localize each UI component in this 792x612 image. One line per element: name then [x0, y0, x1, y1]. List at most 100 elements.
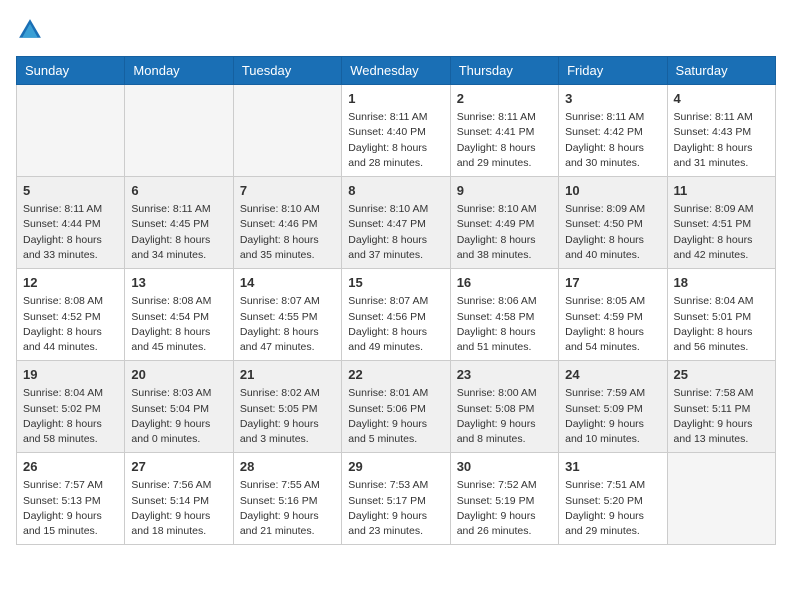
day-number: 14: [240, 274, 335, 292]
day-number: 23: [457, 366, 552, 384]
calendar-week-row: 26 Sunrise: 7:57 AM Sunset: 5:13 PM Dayli…: [17, 453, 776, 545]
day-info: Sunrise: 8:11 AM Sunset: 4:43 PM Dayligh…: [674, 110, 769, 171]
calendar-day-cell: [17, 85, 125, 177]
calendar-day-cell: 6 Sunrise: 8:11 AM Sunset: 4:45 PM Daylig…: [125, 177, 233, 269]
column-header-saturday: Saturday: [667, 57, 775, 85]
day-number: 26: [23, 458, 118, 476]
calendar-day-cell: 11 Sunrise: 8:09 AM Sunset: 4:51 PM Dayli…: [667, 177, 775, 269]
day-number: 1: [348, 90, 443, 108]
calendar-day-cell: 12 Sunrise: 8:08 AM Sunset: 4:52 PM Dayli…: [17, 269, 125, 361]
logo: [16, 16, 48, 44]
calendar-table: SundayMondayTuesdayWednesdayThursdayFrid…: [16, 56, 776, 545]
day-number: 3: [565, 90, 660, 108]
calendar-day-cell: 22Sunrise: 8:01 AM Sunset: 5:06 PM Dayli…: [342, 361, 450, 453]
calendar-week-row: 19 Sunrise: 8:04 AM Sunset: 5:02 PM Dayli…: [17, 361, 776, 453]
calendar-day-cell: 29Sunrise: 7:53 AM Sunset: 5:17 PM Dayli…: [342, 453, 450, 545]
calendar-day-cell: 24 Sunrise: 7:59 AM Sunset: 5:09 PM Dayli…: [559, 361, 667, 453]
column-header-thursday: Thursday: [450, 57, 558, 85]
day-number: 16: [457, 274, 552, 292]
day-info: Sunrise: 8:00 AM Sunset: 5:08 PM Dayligh…: [457, 386, 552, 447]
day-info: Sunrise: 8:11 AM Sunset: 4:44 PM Dayligh…: [23, 202, 118, 263]
calendar-day-cell: 17Sunrise: 8:05 AM Sunset: 4:59 PM Dayli…: [559, 269, 667, 361]
day-info: Sunrise: 8:10 AM Sunset: 4:46 PM Dayligh…: [240, 202, 335, 263]
day-number: 24: [565, 366, 660, 384]
day-info: Sunrise: 8:11 AM Sunset: 4:45 PM Dayligh…: [131, 202, 226, 263]
calendar-day-cell: 8 Sunrise: 8:10 AM Sunset: 4:47 PM Daylig…: [342, 177, 450, 269]
calendar-day-cell: 4 Sunrise: 8:11 AM Sunset: 4:43 PM Daylig…: [667, 85, 775, 177]
day-info: Sunrise: 8:08 AM Sunset: 4:54 PM Dayligh…: [131, 294, 226, 355]
day-number: 22: [348, 366, 443, 384]
day-number: 15: [348, 274, 443, 292]
calendar-day-cell: 27 Sunrise: 7:56 AM Sunset: 5:14 PM Dayli…: [125, 453, 233, 545]
calendar-week-row: 1 Sunrise: 8:11 AM Sunset: 4:40 PM Daylig…: [17, 85, 776, 177]
day-info: Sunrise: 8:05 AM Sunset: 4:59 PM Dayligh…: [565, 294, 660, 355]
calendar-day-cell: 25Sunrise: 7:58 AM Sunset: 5:11 PM Dayli…: [667, 361, 775, 453]
day-number: 25: [674, 366, 769, 384]
calendar-day-cell: 18 Sunrise: 8:04 AM Sunset: 5:01 PM Dayli…: [667, 269, 775, 361]
day-info: Sunrise: 7:56 AM Sunset: 5:14 PM Dayligh…: [131, 478, 226, 539]
day-info: Sunrise: 7:53 AM Sunset: 5:17 PM Dayligh…: [348, 478, 443, 539]
calendar-week-row: 5Sunrise: 8:11 AM Sunset: 4:44 PM Daylig…: [17, 177, 776, 269]
calendar-day-cell: 2 Sunrise: 8:11 AM Sunset: 4:41 PM Daylig…: [450, 85, 558, 177]
day-info: Sunrise: 8:07 AM Sunset: 4:55 PM Dayligh…: [240, 294, 335, 355]
calendar-day-cell: 19 Sunrise: 8:04 AM Sunset: 5:02 PM Dayli…: [17, 361, 125, 453]
column-header-sunday: Sunday: [17, 57, 125, 85]
day-info: Sunrise: 7:52 AM Sunset: 5:19 PM Dayligh…: [457, 478, 552, 539]
calendar-day-cell: 31 Sunrise: 7:51 AM Sunset: 5:20 PM Dayli…: [559, 453, 667, 545]
page-header: [16, 16, 776, 44]
calendar-day-cell: 21Sunrise: 8:02 AM Sunset: 5:05 PM Dayli…: [233, 361, 341, 453]
calendar-day-cell: 3 Sunrise: 8:11 AM Sunset: 4:42 PM Daylig…: [559, 85, 667, 177]
day-number: 2: [457, 90, 552, 108]
calendar-day-cell: 1 Sunrise: 8:11 AM Sunset: 4:40 PM Daylig…: [342, 85, 450, 177]
day-number: 9: [457, 182, 552, 200]
day-info: Sunrise: 8:04 AM Sunset: 5:01 PM Dayligh…: [674, 294, 769, 355]
calendar-day-cell: 10 Sunrise: 8:09 AM Sunset: 4:50 PM Dayli…: [559, 177, 667, 269]
calendar-day-cell: 26 Sunrise: 7:57 AM Sunset: 5:13 PM Dayli…: [17, 453, 125, 545]
day-info: Sunrise: 8:08 AM Sunset: 4:52 PM Dayligh…: [23, 294, 118, 355]
day-number: 13: [131, 274, 226, 292]
logo-icon: [16, 16, 44, 44]
calendar-day-cell: 30Sunrise: 7:52 AM Sunset: 5:19 PM Dayli…: [450, 453, 558, 545]
day-info: Sunrise: 8:10 AM Sunset: 4:49 PM Dayligh…: [457, 202, 552, 263]
day-number: 4: [674, 90, 769, 108]
day-info: Sunrise: 8:11 AM Sunset: 4:40 PM Dayligh…: [348, 110, 443, 171]
day-number: 8: [348, 182, 443, 200]
column-header-tuesday: Tuesday: [233, 57, 341, 85]
day-number: 27: [131, 458, 226, 476]
day-number: 18: [674, 274, 769, 292]
day-number: 12: [23, 274, 118, 292]
day-info: Sunrise: 7:57 AM Sunset: 5:13 PM Dayligh…: [23, 478, 118, 539]
calendar-day-cell: 5Sunrise: 8:11 AM Sunset: 4:44 PM Daylig…: [17, 177, 125, 269]
day-info: Sunrise: 8:09 AM Sunset: 4:50 PM Dayligh…: [565, 202, 660, 263]
calendar-day-cell: [667, 453, 775, 545]
day-info: Sunrise: 7:55 AM Sunset: 5:16 PM Dayligh…: [240, 478, 335, 539]
day-info: Sunrise: 7:51 AM Sunset: 5:20 PM Dayligh…: [565, 478, 660, 539]
calendar-day-cell: 28 Sunrise: 7:55 AM Sunset: 5:16 PM Dayli…: [233, 453, 341, 545]
day-info: Sunrise: 8:10 AM Sunset: 4:47 PM Dayligh…: [348, 202, 443, 263]
calendar-day-cell: 13 Sunrise: 8:08 AM Sunset: 4:54 PM Dayli…: [125, 269, 233, 361]
calendar-day-cell: 9 Sunrise: 8:10 AM Sunset: 4:49 PM Daylig…: [450, 177, 558, 269]
day-info: Sunrise: 8:07 AM Sunset: 4:56 PM Dayligh…: [348, 294, 443, 355]
day-number: 6: [131, 182, 226, 200]
calendar-day-cell: 7Sunrise: 8:10 AM Sunset: 4:46 PM Daylig…: [233, 177, 341, 269]
day-info: Sunrise: 8:04 AM Sunset: 5:02 PM Dayligh…: [23, 386, 118, 447]
calendar-day-cell: 14 Sunrise: 8:07 AM Sunset: 4:55 PM Dayli…: [233, 269, 341, 361]
day-info: Sunrise: 8:09 AM Sunset: 4:51 PM Dayligh…: [674, 202, 769, 263]
calendar-day-cell: 15 Sunrise: 8:07 AM Sunset: 4:56 PM Dayli…: [342, 269, 450, 361]
day-number: 21: [240, 366, 335, 384]
day-number: 20: [131, 366, 226, 384]
day-info: Sunrise: 8:06 AM Sunset: 4:58 PM Dayligh…: [457, 294, 552, 355]
day-number: 19: [23, 366, 118, 384]
day-info: Sunrise: 8:11 AM Sunset: 4:42 PM Dayligh…: [565, 110, 660, 171]
calendar-week-row: 12 Sunrise: 8:08 AM Sunset: 4:52 PM Dayli…: [17, 269, 776, 361]
day-info: Sunrise: 7:59 AM Sunset: 5:09 PM Dayligh…: [565, 386, 660, 447]
calendar-day-cell: 23 Sunrise: 8:00 AM Sunset: 5:08 PM Dayli…: [450, 361, 558, 453]
day-info: Sunrise: 8:11 AM Sunset: 4:41 PM Dayligh…: [457, 110, 552, 171]
calendar-header-row: SundayMondayTuesdayWednesdayThursdayFrid…: [17, 57, 776, 85]
day-number: 11: [674, 182, 769, 200]
day-number: 31: [565, 458, 660, 476]
day-number: 28: [240, 458, 335, 476]
day-info: Sunrise: 8:03 AM Sunset: 5:04 PM Dayligh…: [131, 386, 226, 447]
day-number: 10: [565, 182, 660, 200]
calendar-day-cell: 16 Sunrise: 8:06 AM Sunset: 4:58 PM Dayli…: [450, 269, 558, 361]
